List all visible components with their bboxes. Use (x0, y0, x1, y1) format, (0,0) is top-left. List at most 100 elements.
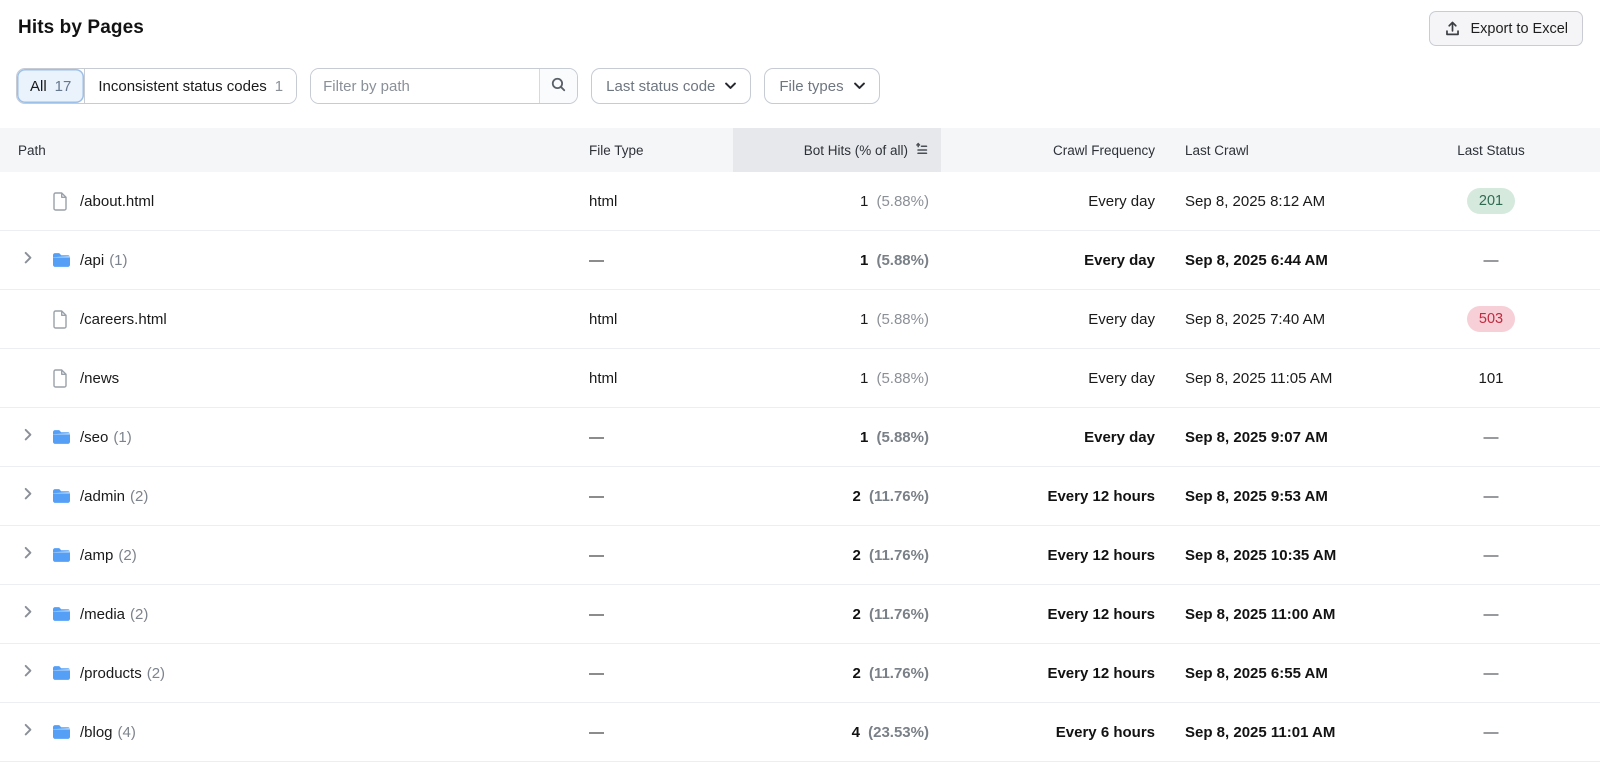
bot-hits-cell: 1 (5.88%) (733, 193, 941, 210)
path-child-count: (2) (130, 488, 148, 505)
path-cell: /products (2) (0, 664, 577, 682)
table-row[interactable]: /admin (2) — 2 (11.76%) Every 12 hours S… (0, 467, 1600, 526)
last-crawl-cell: Sep 8, 2025 11:05 AM (1167, 370, 1420, 387)
path-label[interactable]: /media (80, 606, 125, 623)
table-row[interactable]: /media (2) — 2 (11.76%) Every 12 hours S… (0, 585, 1600, 644)
column-header-crawl-frequency[interactable]: Crawl Frequency (941, 143, 1167, 158)
column-header-last-status[interactable]: Last Status (1420, 143, 1600, 158)
bot-hits-value: 2 (852, 488, 860, 505)
column-header-path[interactable]: Path (0, 143, 577, 158)
crawl-frequency-cell: Every day (941, 193, 1167, 210)
path-child-count: (2) (118, 547, 136, 564)
expand-chevron-icon[interactable] (24, 487, 33, 505)
folder-icon (52, 547, 71, 563)
bot-hits-cell: 1 (5.88%) (733, 252, 941, 269)
column-header-file-type[interactable]: File Type (577, 143, 733, 158)
last-crawl-cell: Sep 8, 2025 10:35 AM (1167, 547, 1420, 564)
table-row[interactable]: /api (1) — 1 (5.88%) Every day Sep 8, 20… (0, 231, 1600, 290)
path-label[interactable]: /admin (80, 488, 125, 505)
folder-icon (52, 488, 71, 504)
file-types-dropdown-label: File types (779, 78, 843, 95)
path-filter-input[interactable] (311, 69, 539, 103)
table-row[interactable]: /news html 1 (5.88%) Every day Sep 8, 20… (0, 349, 1600, 408)
status-empty-dash: — (1484, 429, 1499, 446)
path-label[interactable]: /careers.html (80, 311, 167, 328)
crawl-frequency-cell: Every 12 hours (941, 606, 1167, 623)
bot-hits-percent: (5.88%) (872, 252, 929, 269)
crawl-frequency-cell: Every 12 hours (941, 665, 1167, 682)
bot-hits-value: 2 (852, 606, 860, 623)
file-type-cell: — (577, 252, 733, 269)
expand-chevron-icon[interactable] (24, 546, 33, 564)
search-button[interactable] (539, 69, 577, 103)
chevron-down-icon (725, 82, 736, 90)
expand-chevron-icon[interactable] (24, 605, 33, 623)
crawl-frequency-cell: Every 6 hours (941, 724, 1167, 741)
folder-icon (52, 665, 71, 681)
bot-hits-value: 1 (860, 429, 868, 446)
path-cell: /amp (2) (0, 546, 577, 564)
search-icon (550, 76, 567, 96)
table-header-row: Path File Type Bot Hits (% of all) Crawl… (0, 128, 1600, 172)
status-empty-dash: — (1484, 665, 1499, 682)
bot-hits-percent: (23.53%) (864, 724, 929, 741)
folder-icon (52, 724, 71, 740)
table-row[interactable]: /amp (2) — 2 (11.76%) Every 12 hours Sep… (0, 526, 1600, 585)
tab-all[interactable]: All 17 (17, 69, 84, 103)
last-status-code-dropdown[interactable]: Last status code (591, 68, 751, 104)
path-label[interactable]: /blog (80, 724, 113, 741)
last-status-code-dropdown-label: Last status code (606, 78, 715, 95)
expand-chevron-icon[interactable] (24, 664, 33, 682)
status-badge: 503 (1467, 306, 1515, 332)
table-row[interactable]: /careers.html html 1 (5.88%) Every day S… (0, 290, 1600, 349)
crawl-frequency-cell: Every 12 hours (941, 547, 1167, 564)
folder-icon (52, 252, 71, 268)
file-type-cell: html (577, 311, 733, 328)
path-cell: /careers.html (0, 310, 577, 329)
expand-chevron-icon[interactable] (24, 251, 33, 269)
last-status-cell: 101 (1420, 370, 1600, 387)
expand-chevron-icon[interactable] (24, 723, 33, 741)
table-row[interactable]: /seo (1) — 1 (5.88%) Every day Sep 8, 20… (0, 408, 1600, 467)
bot-hits-percent: (5.88%) (872, 193, 929, 210)
table-row[interactable]: /blog (4) — 4 (23.53%) Every 6 hours Sep… (0, 703, 1600, 762)
path-label[interactable]: /api (80, 252, 104, 269)
path-label[interactable]: /products (80, 665, 142, 682)
path-child-count: (1) (113, 429, 131, 446)
crawl-frequency-cell: Every day (941, 252, 1167, 269)
file-type-cell: html (577, 370, 733, 387)
table-row[interactable]: /products (2) — 2 (11.76%) Every 12 hour… (0, 644, 1600, 703)
path-cell: /seo (1) (0, 428, 577, 446)
bot-hits-cell: 1 (5.88%) (733, 370, 941, 387)
tab-inconsistent-status-codes[interactable]: Inconsistent status codes 1 (84, 69, 296, 103)
path-label[interactable]: /seo (80, 429, 108, 446)
last-status-cell: — (1420, 665, 1600, 682)
path-cell: /about.html (0, 192, 577, 211)
tab-inconsistent-label: Inconsistent status codes (98, 78, 266, 95)
tab-all-count: 17 (55, 78, 72, 95)
path-label[interactable]: /news (80, 370, 119, 387)
bot-hits-value: 1 (860, 252, 868, 269)
file-icon (52, 192, 71, 211)
last-crawl-cell: Sep 8, 2025 6:55 AM (1167, 665, 1420, 682)
file-icon (52, 310, 71, 329)
path-label[interactable]: /amp (80, 547, 113, 564)
table-row[interactable]: /about.html html 1 (5.88%) Every day Sep… (0, 172, 1600, 231)
bot-hits-value: 2 (852, 665, 860, 682)
export-to-excel-button[interactable]: Export to Excel (1429, 11, 1583, 46)
last-status-cell: — (1420, 606, 1600, 623)
file-icon (52, 369, 71, 388)
bot-hits-cell: 2 (11.76%) (733, 606, 941, 623)
file-type-cell: — (577, 606, 733, 623)
column-header-bot-hits[interactable]: Bot Hits (% of all) (733, 128, 941, 172)
tab-all-label: All (30, 78, 47, 95)
last-crawl-cell: Sep 8, 2025 9:53 AM (1167, 488, 1420, 505)
last-crawl-cell: Sep 8, 2025 11:00 AM (1167, 606, 1420, 623)
folder-icon (52, 429, 71, 445)
path-label[interactable]: /about.html (80, 193, 154, 210)
column-header-last-crawl[interactable]: Last Crawl (1167, 143, 1420, 158)
file-types-dropdown[interactable]: File types (764, 68, 879, 104)
expand-chevron-icon[interactable] (24, 428, 33, 446)
last-status-cell: — (1420, 429, 1600, 446)
path-cell: /news (0, 369, 577, 388)
